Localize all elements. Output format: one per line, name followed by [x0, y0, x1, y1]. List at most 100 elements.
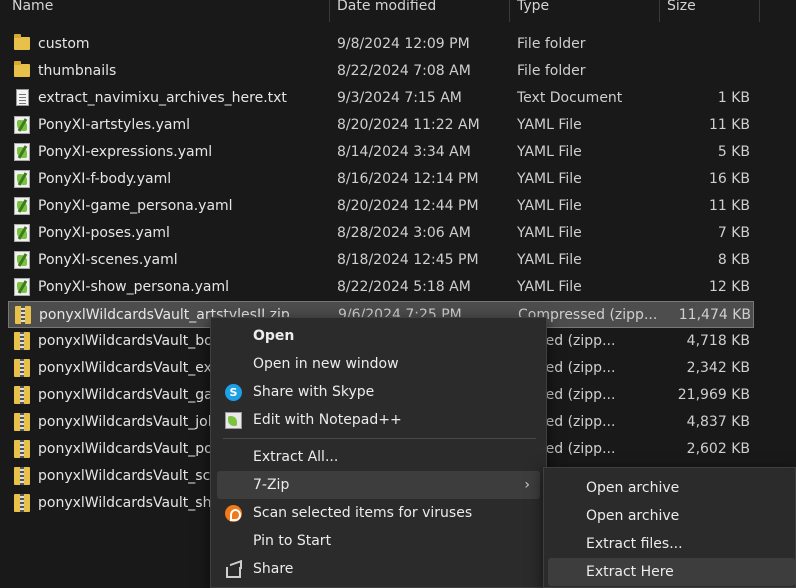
yaml-file-icon: [14, 116, 32, 134]
menu-item-scan-viruses[interactable]: Scan selected items for viruses: [217, 499, 540, 527]
menu-item-pin-start[interactable]: Pin to Start: [217, 527, 540, 555]
yaml-file-icon-shape: [14, 116, 30, 134]
zip-file-icon-shape: [15, 306, 31, 324]
file-type: YAML File: [517, 171, 582, 187]
submenu-item-extract-files[interactable]: Extract files...: [548, 530, 795, 558]
notepad-plus-plus-icon: [225, 412, 242, 429]
file-size: 5 KB: [717, 144, 750, 160]
file-size: 1 KB: [717, 90, 750, 106]
menu-item-label: Scan selected items for viruses: [253, 505, 473, 521]
file-row[interactable]: PonyXI-artstyles.yaml 8/20/2024 11:22 AM Y…: [8, 112, 754, 139]
folder-icon-shape: [14, 34, 30, 50]
zip-file-icon: [14, 440, 32, 458]
file-type: File folder: [517, 63, 586, 79]
yaml-file-icon: [14, 224, 32, 242]
menu-item-7zip[interactable]: 7-Zip ›: [217, 471, 540, 499]
file-row[interactable]: PonyXI-scenes.yaml 8/18/2024 12:45 PM YAML…: [8, 247, 754, 274]
file-size: 11 KB: [708, 198, 750, 214]
file-row[interactable]: PonyXI-show_persona.yaml 8/22/2024 5:18 A…: [8, 274, 754, 301]
yaml-file-icon: [14, 170, 32, 188]
file-size: 16 KB: [708, 171, 750, 187]
file-type: YAML File: [517, 225, 582, 241]
menu-item-label: 7-Zip: [253, 477, 290, 493]
file-name: PonyXI-show_persona.yaml: [38, 279, 230, 295]
file-name: extract_navimixu_archives_here.txt: [38, 90, 287, 106]
file-type: File folder: [517, 36, 586, 52]
menu-item-label: Open: [253, 328, 295, 344]
zip-file-icon: [14, 332, 32, 350]
chevron-right-icon: ›: [524, 477, 530, 493]
file-type: YAML File: [517, 144, 582, 160]
column-separator[interactable]: [329, 0, 330, 22]
file-type: YAML File: [517, 198, 582, 214]
submenu-item-open-archive[interactable]: Open archive: [548, 474, 795, 502]
column-separator[interactable]: [509, 0, 510, 22]
file-name: PonyXI-f-body.yaml: [38, 171, 172, 187]
menu-item-open[interactable]: Open: [217, 322, 540, 350]
yaml-file-icon-shape: [14, 170, 30, 188]
menu-item-extract-all[interactable]: Extract All...: [217, 443, 540, 471]
menu-separator: [223, 438, 536, 439]
yaml-file-icon: [14, 251, 32, 269]
zip-file-icon-shape: [14, 413, 30, 431]
menu-item-label: Share: [253, 561, 294, 577]
zip-file-icon: [14, 467, 32, 485]
file-row[interactable]: PonyXI-expressions.yaml 8/14/2024 3:34 AM…: [8, 139, 754, 166]
submenu-item-open-archive-alt[interactable]: Open archive: [548, 502, 795, 530]
file-size: 2,342 KB: [686, 360, 750, 376]
file-row[interactable]: custom 9/8/2024 12:09 PM File folder: [8, 31, 754, 58]
column-separator[interactable]: [759, 0, 760, 22]
yaml-file-icon-shape: [14, 278, 30, 296]
column-header: Name Date modified Type Size: [0, 0, 796, 22]
file-name: thumbnails: [38, 63, 117, 79]
zip-file-icon: [14, 359, 32, 377]
file-row[interactable]: PonyXI-game_persona.yaml 8/20/2024 12:44 …: [8, 193, 754, 220]
menu-item-open-new-window[interactable]: Open in new window: [217, 350, 540, 378]
file-date: 8/28/2024 3:06 AM: [337, 225, 471, 241]
submenu-item-label: Extract files...: [586, 536, 683, 552]
yaml-file-icon-shape: [14, 197, 30, 215]
column-date-header[interactable]: Date modified: [337, 0, 436, 22]
submenu-item-extract-here[interactable]: Extract Here: [548, 558, 795, 586]
column-size-header[interactable]: Size: [667, 0, 696, 22]
file-date: 8/16/2024 12:14 PM: [337, 171, 479, 187]
folder-icon-shape: [14, 61, 30, 77]
menu-item-edit-notepad[interactable]: Edit with Notepad++: [217, 406, 540, 434]
column-type-header[interactable]: Type: [517, 0, 549, 22]
file-size: 7 KB: [717, 225, 750, 241]
file-row[interactable]: extract_navimixu_archives_here.txt 9/3/20…: [8, 85, 754, 112]
menu-item-label: Edit with Notepad++: [253, 412, 402, 428]
file-size: 2,602 KB: [686, 441, 750, 457]
file-name: PonyXI-poses.yaml: [38, 225, 170, 241]
file-date: 8/14/2024 3:34 AM: [337, 144, 471, 160]
column-separator[interactable]: [659, 0, 660, 22]
file-name: PonyXI-scenes.yaml: [38, 252, 178, 268]
file-size: 8 KB: [717, 252, 750, 268]
zip-file-icon-shape: [14, 494, 30, 512]
file-size: 11 KB: [708, 117, 750, 133]
file-size: [658, 58, 750, 85]
menu-item-label: Open in new window: [253, 356, 399, 372]
file-row[interactable]: thumbnails 8/22/2024 7:08 AM File folder: [8, 58, 754, 85]
file-row[interactable]: PonyXI-f-body.yaml 8/16/2024 12:14 PM YAML…: [8, 166, 754, 193]
file-size: [658, 31, 750, 58]
file-name: PonyXI-artstyles.yaml: [38, 117, 190, 133]
submenu-item-label: Open archive: [586, 480, 680, 496]
file-date: 8/18/2024 12:45 PM: [337, 252, 479, 268]
menu-item-label: Pin to Start: [253, 533, 332, 549]
menu-item-share[interactable]: Share: [217, 555, 540, 583]
text-file-icon: [14, 89, 32, 107]
column-name-header[interactable]: Name: [12, 0, 53, 22]
yaml-file-icon-shape: [14, 251, 30, 269]
skype-icon: S: [225, 384, 242, 401]
file-date: 9/8/2024 12:09 PM: [337, 36, 470, 52]
folder-icon: [14, 61, 32, 80]
7zip-submenu: Open archive Open archive Extract files.…: [543, 467, 796, 588]
yaml-file-icon: [14, 197, 32, 215]
file-row[interactable]: PonyXI-poses.yaml 8/28/2024 3:06 AM YAML F…: [8, 220, 754, 247]
zip-file-icon: [14, 494, 32, 512]
yaml-file-icon: [14, 278, 32, 296]
menu-item-share-skype[interactable]: S Share with Skype: [217, 378, 540, 406]
yaml-file-icon-shape: [14, 143, 30, 161]
zip-file-icon-shape: [14, 467, 30, 485]
